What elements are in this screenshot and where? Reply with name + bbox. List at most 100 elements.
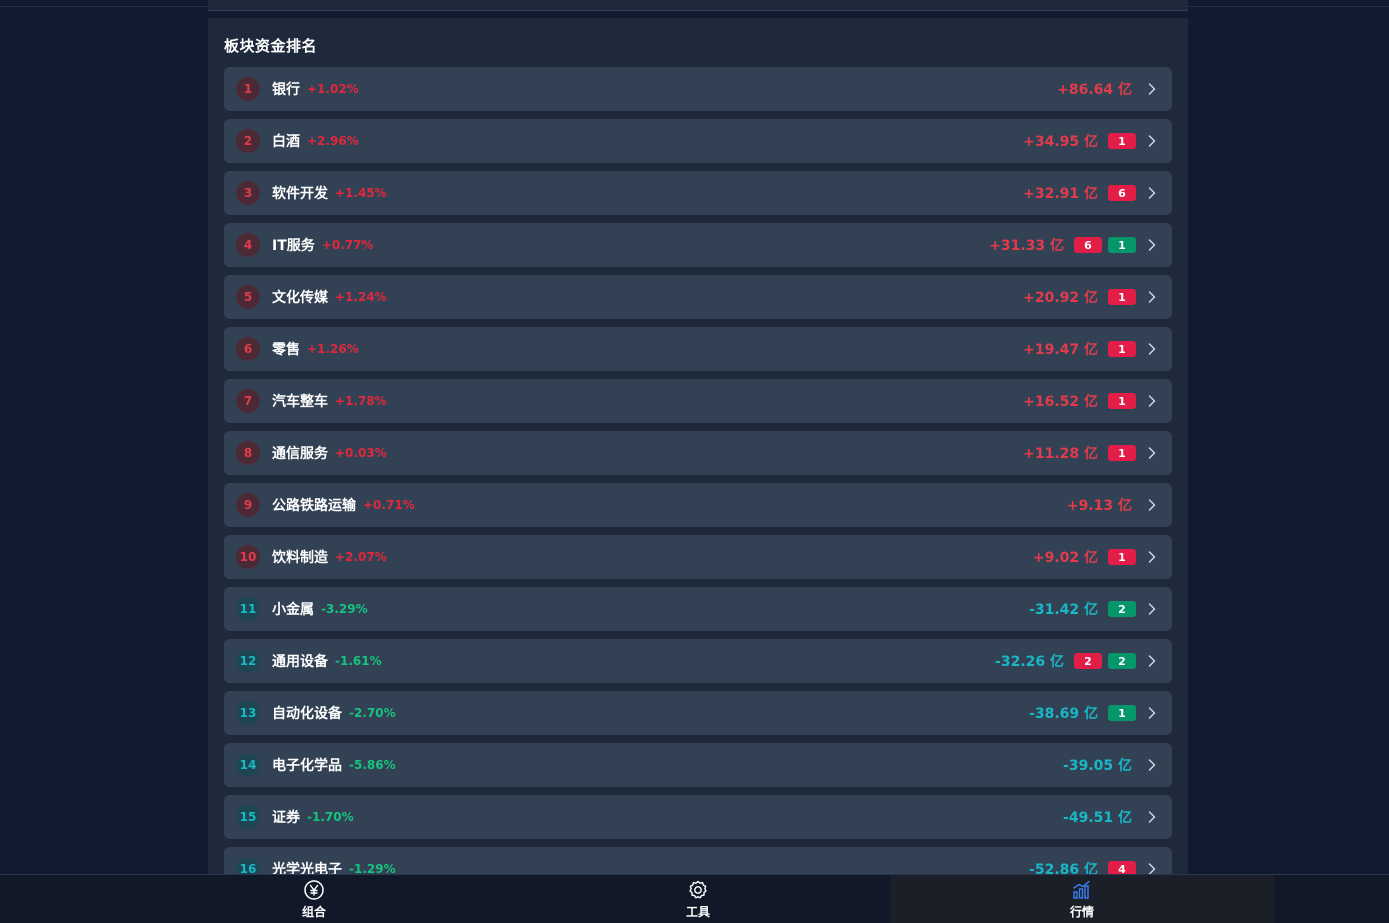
change-percent: +0.71%: [363, 498, 415, 512]
sector-row[interactable]: 12 通用设备 -1.61% -32.26 亿 22: [224, 639, 1172, 683]
sector-row[interactable]: 7 汽车整车 +1.78% +16.52 亿 1: [224, 379, 1172, 423]
row-right-group: +31.33 亿 61: [989, 223, 1158, 267]
sector-name-group: 汽车整车 +1.78%: [272, 379, 387, 423]
sector-name-group: 小金属 -3.29%: [272, 587, 368, 631]
sector-name-group: 自动化设备 -2.70%: [272, 691, 396, 735]
net-inflow-amount: -49.51 亿: [1063, 810, 1132, 826]
rank-badge: 14: [236, 753, 260, 777]
sector-row[interactable]: 6 零售 +1.26% +19.47 亿 1: [224, 327, 1172, 371]
sector-row[interactable]: 10 饮料制造 +2.07% +9.02 亿 1: [224, 535, 1172, 579]
sector-name: 公路铁路运输: [272, 498, 356, 514]
count-badge-red: 1: [1108, 393, 1136, 409]
row-right-group: -32.26 亿 22: [995, 639, 1158, 683]
change-percent: -1.61%: [335, 654, 382, 668]
count-badge-green: 2: [1108, 653, 1136, 669]
rank-badge: 10: [236, 545, 260, 569]
net-inflow-amount: -39.05 亿: [1063, 758, 1132, 774]
nav-label-tools: 工具: [685, 905, 710, 919]
chevron-right-icon: [1146, 706, 1158, 720]
chevron-right-icon: [1146, 446, 1158, 460]
count-badge-green: 2: [1108, 601, 1136, 617]
sector-name-group: 零售 +1.26%: [272, 327, 359, 371]
sector-row[interactable]: 5 文化传媒 +1.24% +20.92 亿 1: [224, 275, 1172, 319]
chevron-right-icon: [1146, 134, 1158, 148]
sector-name-group: 证券 -1.70%: [272, 795, 354, 839]
section-title: 板块资金排名: [224, 37, 318, 55]
sector-name: 零售: [272, 342, 300, 358]
rank-badge: 3: [236, 181, 260, 205]
count-badge-red: 1: [1108, 133, 1136, 149]
chevron-right-icon: [1146, 602, 1158, 616]
change-percent: +1.26%: [307, 342, 359, 356]
sector-row[interactable]: 8 通信服务 +0.03% +11.28 亿 1: [224, 431, 1172, 475]
rank-badge: 1: [236, 77, 260, 101]
sector-name: 银行: [272, 82, 300, 98]
change-percent: -3.29%: [321, 602, 368, 616]
sector-row[interactable]: 14 电子化学品 -5.86% -39.05 亿: [224, 743, 1172, 787]
chevron-right-icon: [1146, 394, 1158, 408]
row-right-group: -39.05 亿: [1063, 743, 1158, 787]
change-percent: -1.70%: [307, 810, 354, 824]
chevron-right-icon: [1146, 654, 1158, 668]
net-inflow-amount: +19.47 亿: [1023, 342, 1098, 358]
net-inflow-amount: +32.91 亿: [1023, 186, 1098, 202]
rank-badge: 12: [236, 649, 260, 673]
sector-row[interactable]: 1 银行 +1.02% +86.64 亿: [224, 67, 1172, 111]
change-percent: +2.07%: [335, 550, 387, 564]
sector-name: 汽车整车: [272, 394, 328, 410]
change-percent: +2.96%: [307, 134, 359, 148]
sector-ranking-list: 1 银行 +1.02% +86.64 亿 2 白酒 +2.96% +34.95 亿 1 3 软件开发…: [224, 67, 1172, 899]
count-badge-red: 1: [1108, 341, 1136, 357]
row-right-group: +20.92 亿 1: [1023, 275, 1158, 319]
rank-badge: 4: [236, 233, 260, 257]
chevron-right-icon: [1146, 82, 1158, 96]
chevron-right-icon: [1146, 290, 1158, 304]
nav-tab-portfolio[interactable]: 组合: [122, 875, 506, 923]
row-right-group: +19.47 亿 1: [1023, 327, 1158, 371]
net-inflow-amount: -38.69 亿: [1029, 706, 1098, 722]
row-right-group: +32.91 亿 6: [1023, 171, 1158, 215]
sector-name-group: IT服务 +0.77%: [272, 223, 373, 267]
row-right-group: +34.95 亿 1: [1023, 119, 1158, 163]
sector-name: 通信服务: [272, 446, 328, 462]
sector-row[interactable]: 2 白酒 +2.96% +34.95 亿 1: [224, 119, 1172, 163]
count-badge-red: 6: [1108, 185, 1136, 201]
net-inflow-amount: -32.26 亿: [995, 654, 1064, 670]
net-inflow-amount: +34.95 亿: [1023, 134, 1098, 150]
nav-tab-tools[interactable]: 工具: [506, 875, 890, 923]
sector-name: 证券: [272, 810, 300, 826]
rank-badge: 15: [236, 805, 260, 829]
row-right-group: +9.13 亿: [1067, 483, 1158, 527]
sector-row[interactable]: 3 软件开发 +1.45% +32.91 亿 6: [224, 171, 1172, 215]
nav-tab-market[interactable]: 行情: [890, 875, 1274, 923]
rank-badge: 6: [236, 337, 260, 361]
sector-name-group: 公路铁路运输 +0.71%: [272, 483, 415, 527]
sector-name-group: 银行 +1.02%: [272, 67, 359, 111]
chevron-right-icon: [1146, 186, 1158, 200]
sector-row[interactable]: 13 自动化设备 -2.70% -38.69 亿 1: [224, 691, 1172, 735]
sector-name: 饮料制造: [272, 550, 328, 566]
change-percent: +0.77%: [321, 238, 374, 252]
rank-badge: 8: [236, 441, 260, 465]
sector-row[interactable]: 9 公路铁路运输 +0.71% +9.13 亿: [224, 483, 1172, 527]
sector-row[interactable]: 11 小金属 -3.29% -31.42 亿 2: [224, 587, 1172, 631]
net-inflow-amount: +9.13 亿: [1066, 498, 1132, 514]
sector-row[interactable]: 15 证券 -1.70% -49.51 亿: [224, 795, 1172, 839]
sector-capital-panel: 板块资金排名 1 银行 +1.02% +86.64 亿 2 白酒 +2.96% +34.95 …: [208, 18, 1188, 923]
sector-name-group: 通信服务 +0.03%: [272, 431, 387, 475]
sector-name: 电子化学品: [272, 758, 342, 774]
rank-badge: 13: [236, 701, 260, 725]
bar-chart-icon: [1071, 879, 1093, 901]
sector-name: 自动化设备: [272, 706, 342, 722]
sector-row[interactable]: 4 IT服务 +0.77% +31.33 亿 61: [224, 223, 1172, 267]
chevron-right-icon: [1146, 238, 1158, 252]
sector-name: 白酒: [272, 134, 300, 150]
gear-icon: [687, 879, 709, 901]
sector-name-group: 饮料制造 +2.07%: [272, 535, 387, 579]
nav-label-market: 行情: [1069, 905, 1094, 919]
row-right-group: -49.51 亿: [1063, 795, 1158, 839]
panel-top-edge: [208, 0, 1188, 11]
net-inflow-amount: +20.92 亿: [1023, 290, 1098, 306]
rank-badge: 11: [236, 597, 260, 621]
rank-badge: 5: [236, 285, 260, 309]
